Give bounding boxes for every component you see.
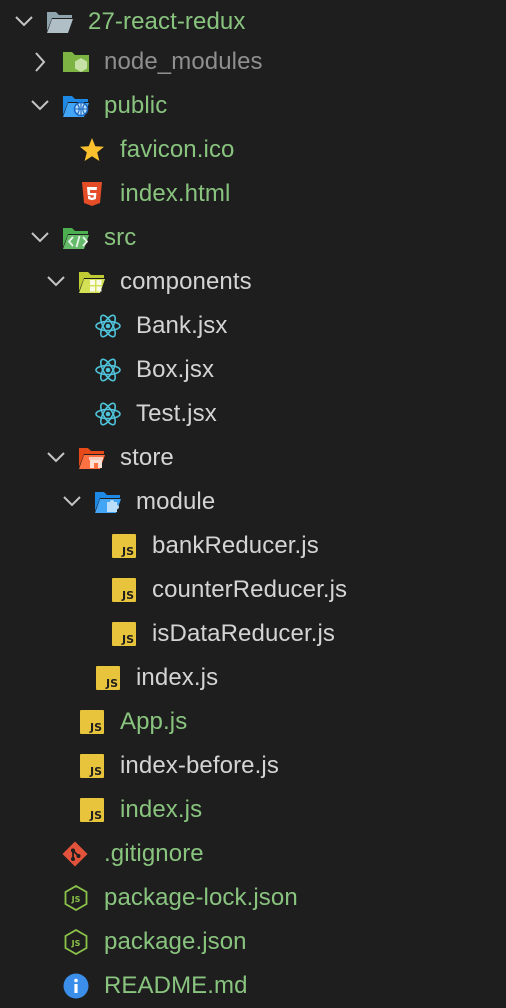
javascript-icon: JS [80,754,104,778]
tree-item-package-json[interactable]: JS package.json [0,920,506,964]
tree-item-label: favicon.ico [120,136,235,163]
javascript-icon: JS [96,666,120,690]
tree-item-label: index-before.js [120,752,279,779]
tree-item-index-html[interactable]: index.html [0,172,506,216]
tree-item-module[interactable]: module [0,480,506,524]
tree-item-label: index.js [120,796,203,823]
tree-item-bankreducer-js[interactable]: JS bankReducer.js [0,524,506,568]
tree-item-label: node_modules [104,48,263,75]
javascript-icon: JS [80,710,104,734]
javascript-icon: JS [112,534,136,558]
src-folder-icon [63,228,89,249]
tree-item-box-jsx[interactable]: Box.jsx [0,348,506,392]
tree-item-label: Test.jsx [136,400,217,427]
tree-item-label: Box.jsx [136,356,215,383]
react-icon [95,358,121,382]
chevron-down-icon[interactable] [46,270,66,294]
tree-item-label: src [104,224,137,251]
tree-item-favicon[interactable]: favicon.ico [0,128,506,172]
module-folder-icon [95,492,121,513]
components-folder-icon [79,272,105,293]
javascript-icon: JS [112,578,136,602]
tree-item-components[interactable]: components [0,260,506,304]
tree-item-label: package.json [104,928,247,955]
tree-item-27-react-redux[interactable]: 27-react-redux [0,0,506,44]
tree-item-readme-md[interactable]: README.md [0,964,506,1008]
tree-item-label: App.js [120,708,188,735]
info-icon [63,973,89,999]
tree-item-bank-jsx[interactable]: Bank.jsx [0,304,506,348]
tree-item-label: counterReducer.js [152,576,348,603]
tree-item-label: index.js [136,664,219,691]
chevron-right-icon[interactable] [30,50,50,74]
tree-item-src[interactable]: src [0,216,506,260]
tree-item-label: index.html [120,180,231,207]
tree-item-app-js[interactable]: JS App.js [0,700,506,744]
tree-item-label: package-lock.json [104,884,298,911]
tree-item-counterreducer-js[interactable]: JS counterReducer.js [0,568,506,612]
tree-item-label: 27-react-redux [88,8,246,35]
javascript-icon: JS [80,798,104,822]
tree-item-store-index-js[interactable]: JS index.js [0,656,506,700]
chevron-down-icon[interactable] [14,10,34,34]
tree-item-label: bankReducer.js [152,532,319,559]
html5-icon [82,182,102,206]
file-explorer-tree: 27-react-redux node_modules public favic… [0,0,506,999]
tree-item-label: components [120,268,252,295]
store-folder-icon [79,448,105,469]
tree-item-node-modules[interactable]: node_modules [0,40,506,84]
tree-item-store[interactable]: store [0,436,506,480]
tree-item-label: store [120,444,174,471]
svg-text:JS: JS [71,895,81,904]
javascript-icon: JS [112,622,136,646]
chevron-down-icon[interactable] [30,226,50,250]
react-icon [95,314,121,338]
git-icon [62,841,88,867]
tree-item-label: .gitignore [104,840,204,867]
chevron-down-icon[interactable] [46,446,66,470]
tree-item-gitignore[interactable]: .gitignore [0,832,506,876]
nodejs-folder-icon [63,52,89,72]
react-icon [95,402,121,426]
chevron-down-icon[interactable] [30,94,50,118]
tree-item-src-index-js[interactable]: JS index.js [0,788,506,832]
tree-item-label: public [104,92,168,119]
tree-item-label: README.md [104,972,248,999]
chevron-down-icon[interactable] [62,490,82,514]
nodejs-icon: JS [64,929,88,955]
svg-text:JS: JS [71,939,81,948]
tree-item-label: module [136,488,216,515]
public-folder-icon [63,96,89,117]
tree-item-label: isDataReducer.js [152,620,336,647]
tree-item-isdatareducer-js[interactable]: JS isDataReducer.js [0,612,506,656]
tree-item-public[interactable]: public [0,84,506,128]
tree-item-label: Bank.jsx [136,312,228,339]
tree-item-test-jsx[interactable]: Test.jsx [0,392,506,436]
tree-item-package-lock-json[interactable]: JS package-lock.json [0,876,506,920]
nodejs-icon: JS [64,885,88,911]
tree-item-index-before-js[interactable]: JS index-before.js [0,744,506,788]
star-icon [80,138,104,161]
folder-open-icon [47,12,73,33]
